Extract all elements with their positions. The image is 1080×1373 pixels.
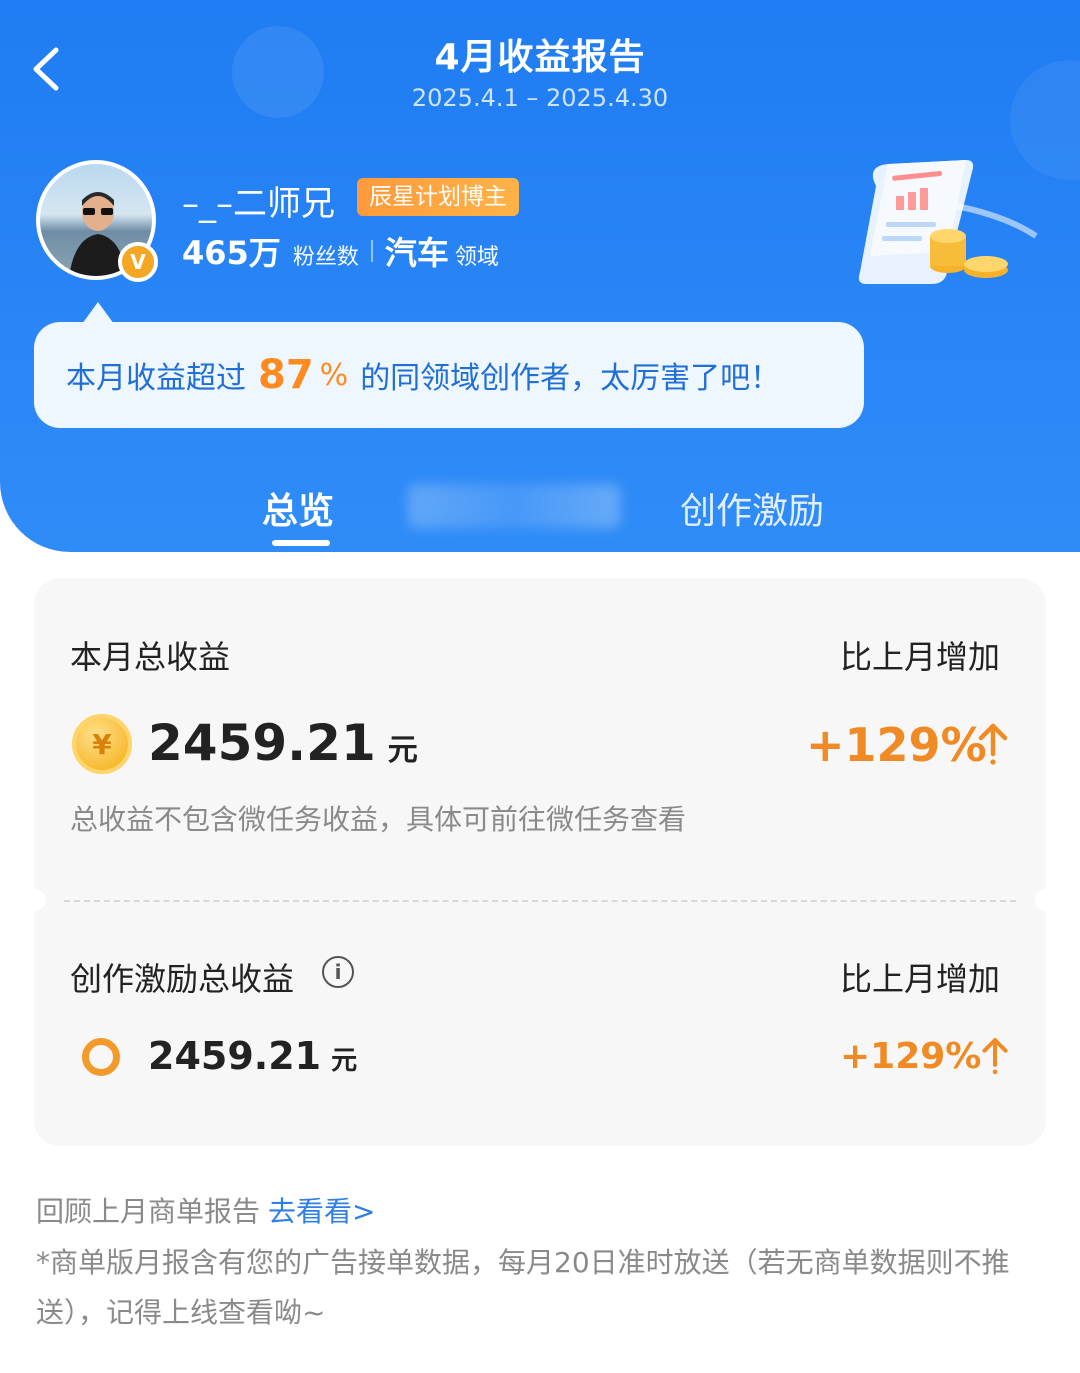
incentive-amount: 2459.21 (148, 1034, 322, 1078)
review-line: 回顾上月商单报告 去看看> (36, 1190, 375, 1230)
total-amount: 2459.21 (148, 714, 376, 772)
page-title: 4月收益报告 (434, 37, 646, 78)
incentive-earnings-label: 创作激励总收益 (70, 960, 295, 998)
active-tab-indicator (272, 540, 330, 546)
field-name: 汽车 (384, 234, 449, 272)
divider (370, 240, 373, 262)
bubble-prefix: 本月收益超过 (66, 361, 246, 396)
report-header: 4月收益报告 2025.4.1 – 2025.4.30 V –_–二师兄 辰星计… (0, 0, 1080, 552)
bubble-percent-sign: % (319, 357, 349, 393)
tab-blurred-label (408, 484, 620, 528)
username: –_–二师兄 (182, 184, 335, 224)
receipt-coins-illustration (858, 160, 1038, 284)
dashed-divider (64, 900, 1016, 902)
card-notch (1035, 889, 1057, 911)
tab-overview[interactable]: 总览 (262, 482, 334, 534)
card-notch (24, 889, 46, 911)
bubble-tail (82, 302, 114, 324)
footer-note: *商单版月报含有您的广告接单数据，每月20日准时放送（若无商单数据则不推送），记… (36, 1246, 1010, 1329)
arrow-up-icon (982, 1038, 1008, 1075)
total-note: 总收益不包含微任务收益，具体可前往微任务查看 (70, 803, 687, 836)
profile-stats: 465万 粉丝数 汽车 领域 (182, 228, 499, 274)
plan-tag: 辰星计划博主 (357, 178, 519, 216)
fans-label: 粉丝数 (292, 245, 359, 270)
coin-icon: ¥ (72, 714, 132, 774)
review-link[interactable]: 去看看> (268, 1195, 375, 1228)
date-range: 2025.4.1 – 2025.4.30 (411, 84, 669, 112)
ring-icon (82, 1038, 120, 1076)
arrow-up-icon (978, 723, 1008, 765)
compare-label: 比上月增加 (840, 960, 1001, 998)
incentive-amount-row: 2459.21 元 (148, 1034, 357, 1078)
total-amount-row: 2459.21 元 (148, 714, 418, 772)
review-text: 回顾上月商单报告 (36, 1195, 261, 1228)
total-earnings-label: 本月总收益 (70, 638, 231, 676)
info-icon[interactable]: i (322, 956, 354, 988)
compare-label: 比上月增加 (840, 638, 1001, 676)
field-label: 领域 (454, 245, 499, 270)
currency-unit: 元 (331, 1046, 358, 1076)
incentive-change: +129% (840, 1036, 982, 1077)
total-change: +129% (806, 718, 987, 772)
tab-obscured[interactable] (408, 484, 620, 528)
fans-count: 465万 (182, 234, 281, 272)
verified-badge-icon: V (118, 242, 158, 282)
currency-unit: 元 (387, 733, 418, 768)
bubble-percent: 87 (258, 352, 314, 398)
bubble-suffix: 的同领域创作者，太厉害了吧！ (360, 361, 781, 396)
ranking-bubble: 本月收益超过 87 % 的同领域创作者，太厉害了吧！ (34, 322, 864, 428)
tab-creative-incentive[interactable]: 创作激励 (680, 482, 824, 534)
